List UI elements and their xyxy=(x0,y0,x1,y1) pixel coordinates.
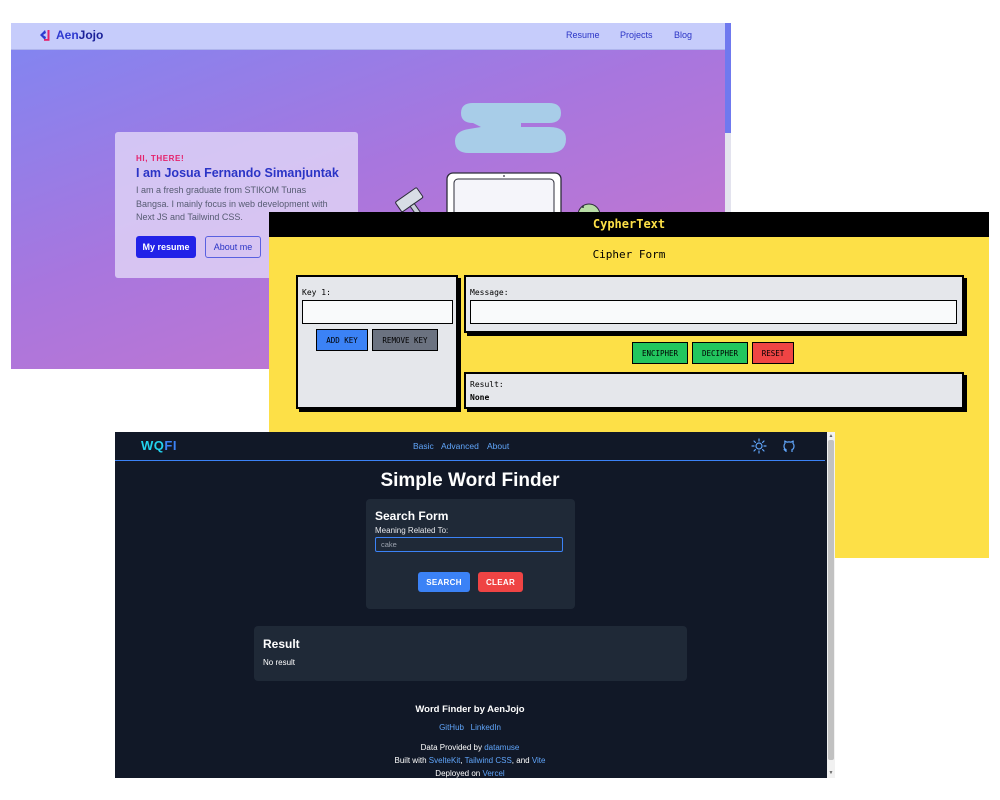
wqfi-window: WQFI Basic Advanced About Simple Word Fi… xyxy=(115,432,835,778)
wqfi-scrollbar-thumb[interactable] xyxy=(828,440,834,760)
linkedin-link[interactable]: LinkedIn xyxy=(471,723,501,732)
nav-link-projects[interactable]: Projects xyxy=(620,30,653,40)
logo-w: W xyxy=(141,438,154,453)
result-title: Result xyxy=(263,637,300,651)
portfolio-logo[interactable]: AenJojo xyxy=(38,28,103,42)
message-input[interactable] xyxy=(470,300,957,324)
footer-social-links: GitHub LinkedIn xyxy=(115,723,825,732)
cyphertext-navbar[interactable]: CypherText xyxy=(269,212,989,237)
footer-credit: Word Finder by AenJojo xyxy=(415,704,525,715)
wqfi-scrollbar[interactable]: ▲ ▼ xyxy=(827,432,835,778)
sun-icon[interactable] xyxy=(751,438,767,454)
aenjojo-logo-icon xyxy=(40,30,50,41)
deployed-on-text: Deployed on xyxy=(435,769,481,778)
cipher-form-title: Cipher Form xyxy=(592,248,666,261)
wqfi-navbar: WQFI Basic Advanced About xyxy=(115,432,825,461)
encipher-button[interactable]: ENCIPHER xyxy=(632,342,688,364)
data-provided-text: Data Provided by xyxy=(420,743,482,752)
nav-link-advanced[interactable]: Advanced xyxy=(441,441,479,451)
footer-data-provider: Data Provided by datamuse xyxy=(115,743,825,752)
about-me-button[interactable]: About me xyxy=(205,236,261,258)
footer-built-with: Built with SvelteKit, Tailwind CSS, and … xyxy=(115,756,825,765)
meaning-related-input[interactable] xyxy=(375,537,563,552)
search-form-title: Search Form xyxy=(375,509,449,523)
portfolio-scrollbar-thumb[interactable] xyxy=(725,23,731,133)
screenshot-collage: AenJojo Resume Projects Blog HI, THERE! … xyxy=(0,0,1000,800)
search-form-card: Search Form Meaning Related To: SEARCH C… xyxy=(366,499,575,609)
reset-button[interactable]: RESET xyxy=(752,342,794,364)
nav-link-basic[interactable]: Basic xyxy=(413,441,434,451)
result-panel: Result: None xyxy=(464,372,964,409)
result-text: No result xyxy=(263,658,296,667)
portfolio-navbar: AenJojo Resume Projects Blog xyxy=(11,23,725,50)
github-icon[interactable] xyxy=(781,438,797,454)
add-key-button[interactable]: ADD KEY xyxy=(316,329,368,351)
message-label: Message: xyxy=(470,288,509,297)
logo-q: Q xyxy=(153,438,165,453)
decipher-button[interactable]: DECIPHER xyxy=(692,342,748,364)
nav-link-blog[interactable]: Blog xyxy=(674,30,692,40)
clear-button[interactable]: CLEAR xyxy=(478,572,523,592)
logo-fi: FI xyxy=(164,438,177,453)
vercel-link[interactable]: Vercel xyxy=(482,769,504,778)
datamuse-link[interactable]: datamuse xyxy=(484,743,519,752)
portfolio-logo-text: AenJojo xyxy=(56,28,103,42)
wqfi-logo[interactable]: WQFI xyxy=(141,438,177,453)
key-panel: Key 1: ADD KEY REMOVE KEY xyxy=(296,275,458,409)
sveltekit-link[interactable]: SvelteKit xyxy=(429,756,461,765)
result-card: Result No result xyxy=(254,626,687,681)
hero-eyebrow: HI, THERE! xyxy=(136,154,185,163)
built-with-separator: , xyxy=(460,756,463,765)
built-with-text: Built with xyxy=(394,756,427,765)
scroll-up-arrow-icon[interactable]: ▲ xyxy=(828,433,834,439)
search-button[interactable]: SEARCH xyxy=(418,572,470,592)
github-link[interactable]: GitHub xyxy=(439,723,464,732)
remove-key-button[interactable]: REMOVE KEY xyxy=(372,329,438,351)
tailwind-link[interactable]: Tailwind CSS xyxy=(465,756,512,765)
vite-link[interactable]: Vite xyxy=(532,756,546,765)
my-resume-button[interactable]: My resume xyxy=(136,236,196,258)
scroll-down-arrow-icon[interactable]: ▼ xyxy=(828,770,834,776)
nav-link-resume[interactable]: Resume xyxy=(566,30,600,40)
result-label: Result: xyxy=(470,380,504,389)
key-1-label: Key 1: xyxy=(302,288,331,297)
logo-text-jojo: Jojo xyxy=(78,28,104,42)
logo-text-aen: Aen xyxy=(56,28,79,42)
footer-deployed: Deployed on Vercel xyxy=(115,769,825,778)
hero-name: I am Josua Fernando Simanjuntak xyxy=(136,166,339,180)
result-value: None xyxy=(470,393,490,402)
message-panel: Message: xyxy=(464,275,964,333)
built-with-and: , and xyxy=(511,756,530,765)
key-1-input[interactable] xyxy=(302,300,453,324)
page-title: Simple Word Finder xyxy=(380,470,560,491)
meaning-related-label: Meaning Related To: xyxy=(375,526,449,535)
nav-link-about[interactable]: About xyxy=(487,441,509,451)
